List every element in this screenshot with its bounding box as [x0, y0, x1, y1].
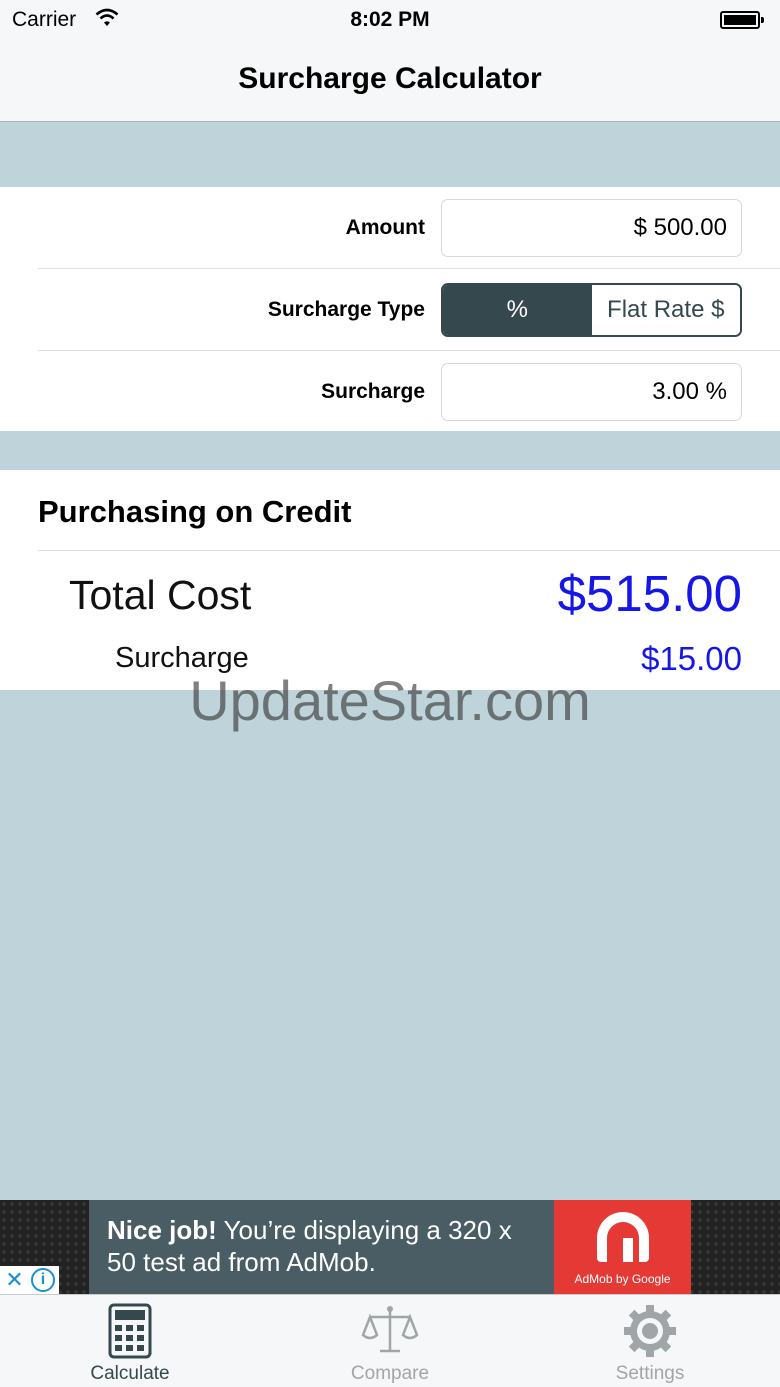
- divider: [38, 550, 780, 551]
- surcharge-row: Surcharge 3.00 %: [0, 351, 780, 433]
- tab-calculate[interactable]: Calculate: [0, 1295, 260, 1387]
- surcharge-type-label: Surcharge Type: [267, 298, 425, 321]
- admob-logo[interactable]: AdMob by Google: [554, 1200, 691, 1294]
- ad-controls: ✕ i: [0, 1266, 59, 1294]
- surcharge-type-row: Surcharge Type % Flat Rate $: [0, 269, 780, 351]
- status-bar: Carrier 8:02 PM: [0, 0, 780, 40]
- admob-brand-label: AdMob by Google: [574, 1272, 671, 1286]
- clock: 8:02 PM: [350, 8, 430, 31]
- calculator-icon: [108, 1303, 152, 1359]
- tab-label: Compare: [350, 1363, 430, 1384]
- tab-compare[interactable]: Compare: [260, 1295, 520, 1387]
- segment-percent[interactable]: %: [443, 285, 592, 335]
- watermark: UpdateStar.com: [189, 669, 591, 732]
- amount-label: Amount: [345, 216, 425, 239]
- admob-icon: [597, 1212, 649, 1262]
- tab-bar: Calculate Compare Settings: [0, 1294, 780, 1387]
- scales-icon: [361, 1306, 419, 1353]
- navigation-bar: Surcharge Calculator: [0, 40, 780, 122]
- results-heading: Purchasing on Credit: [38, 494, 352, 529]
- total-cost-label: Total Cost: [69, 572, 252, 618]
- ad-banner[interactable]: Nice job! You’re displaying a 320 x 50 t…: [0, 1200, 780, 1294]
- surcharge-type-segmented-control: % Flat Rate $: [441, 283, 742, 337]
- ad-text[interactable]: Nice job! You’re displaying a 320 x 50 t…: [89, 1200, 554, 1294]
- close-icon[interactable]: ✕: [0, 1266, 29, 1294]
- amount-field[interactable]: $ 500.00: [441, 199, 742, 257]
- results-section: Purchasing on Credit Total Cost $515.00 …: [0, 470, 780, 690]
- tab-settings[interactable]: Settings: [520, 1295, 780, 1387]
- tab-label: Settings: [615, 1363, 685, 1384]
- surcharge-field[interactable]: 3.00 %: [441, 363, 742, 421]
- tab-label: Calculate: [90, 1363, 170, 1384]
- battery-icon: [720, 11, 764, 29]
- gear-icon: [624, 1305, 676, 1357]
- info-icon[interactable]: i: [31, 1268, 55, 1292]
- amount-row: Amount $ 500.00: [0, 187, 780, 269]
- input-form: Amount $ 500.00 Surcharge Type % Flat Ra…: [0, 187, 780, 431]
- total-cost-value: $515.00: [557, 565, 742, 622]
- ad-headline: Nice job!: [107, 1215, 217, 1245]
- segment-flat-rate[interactable]: Flat Rate $: [591, 285, 740, 335]
- surcharge-label: Surcharge: [321, 380, 425, 403]
- page-title: Surcharge Calculator: [238, 62, 542, 95]
